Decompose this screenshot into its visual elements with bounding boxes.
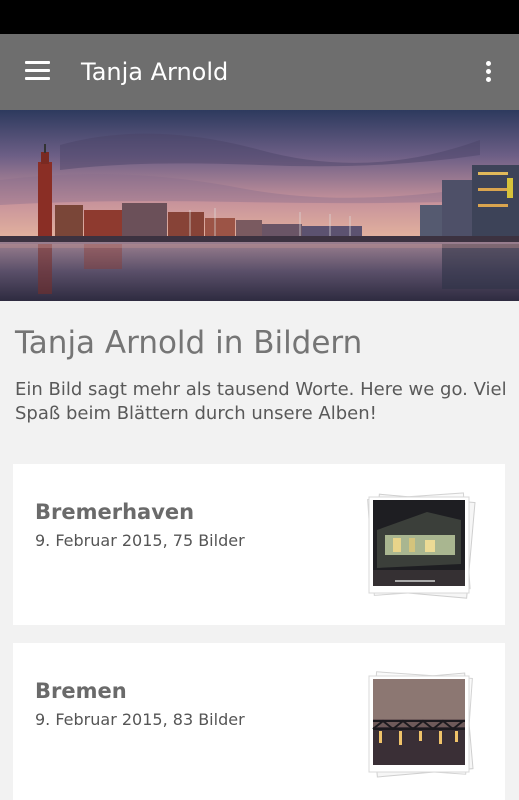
album-card[interactable]: Bremen 9. Februar 2015, 83 Bilder: [13, 643, 505, 800]
status-bar: [0, 0, 519, 34]
page-intro: Ein Bild sagt mehr als tausend Worte. He…: [15, 379, 507, 424]
hero-image: [0, 110, 519, 301]
album-meta: 9. Februar 2015, 75 Bilder: [35, 531, 245, 550]
app-bar: Tanja Arnold: [0, 34, 519, 110]
album-thumbnail: [365, 669, 477, 781]
album-title: Bremerhaven: [35, 500, 195, 524]
menu-icon[interactable]: [16, 54, 60, 90]
page-title: Tanja Arnold in Bildern: [15, 325, 363, 361]
album-meta: 9. Februar 2015, 83 Bilder: [35, 710, 245, 729]
album-thumbnail: [365, 490, 477, 602]
more-vert-icon[interactable]: [470, 54, 508, 90]
album-title: Bremen: [35, 679, 127, 703]
album-card[interactable]: Bremerhaven 9. Februar 2015, 75 Bilder: [13, 464, 505, 625]
app-title: Tanja Arnold: [81, 58, 229, 86]
